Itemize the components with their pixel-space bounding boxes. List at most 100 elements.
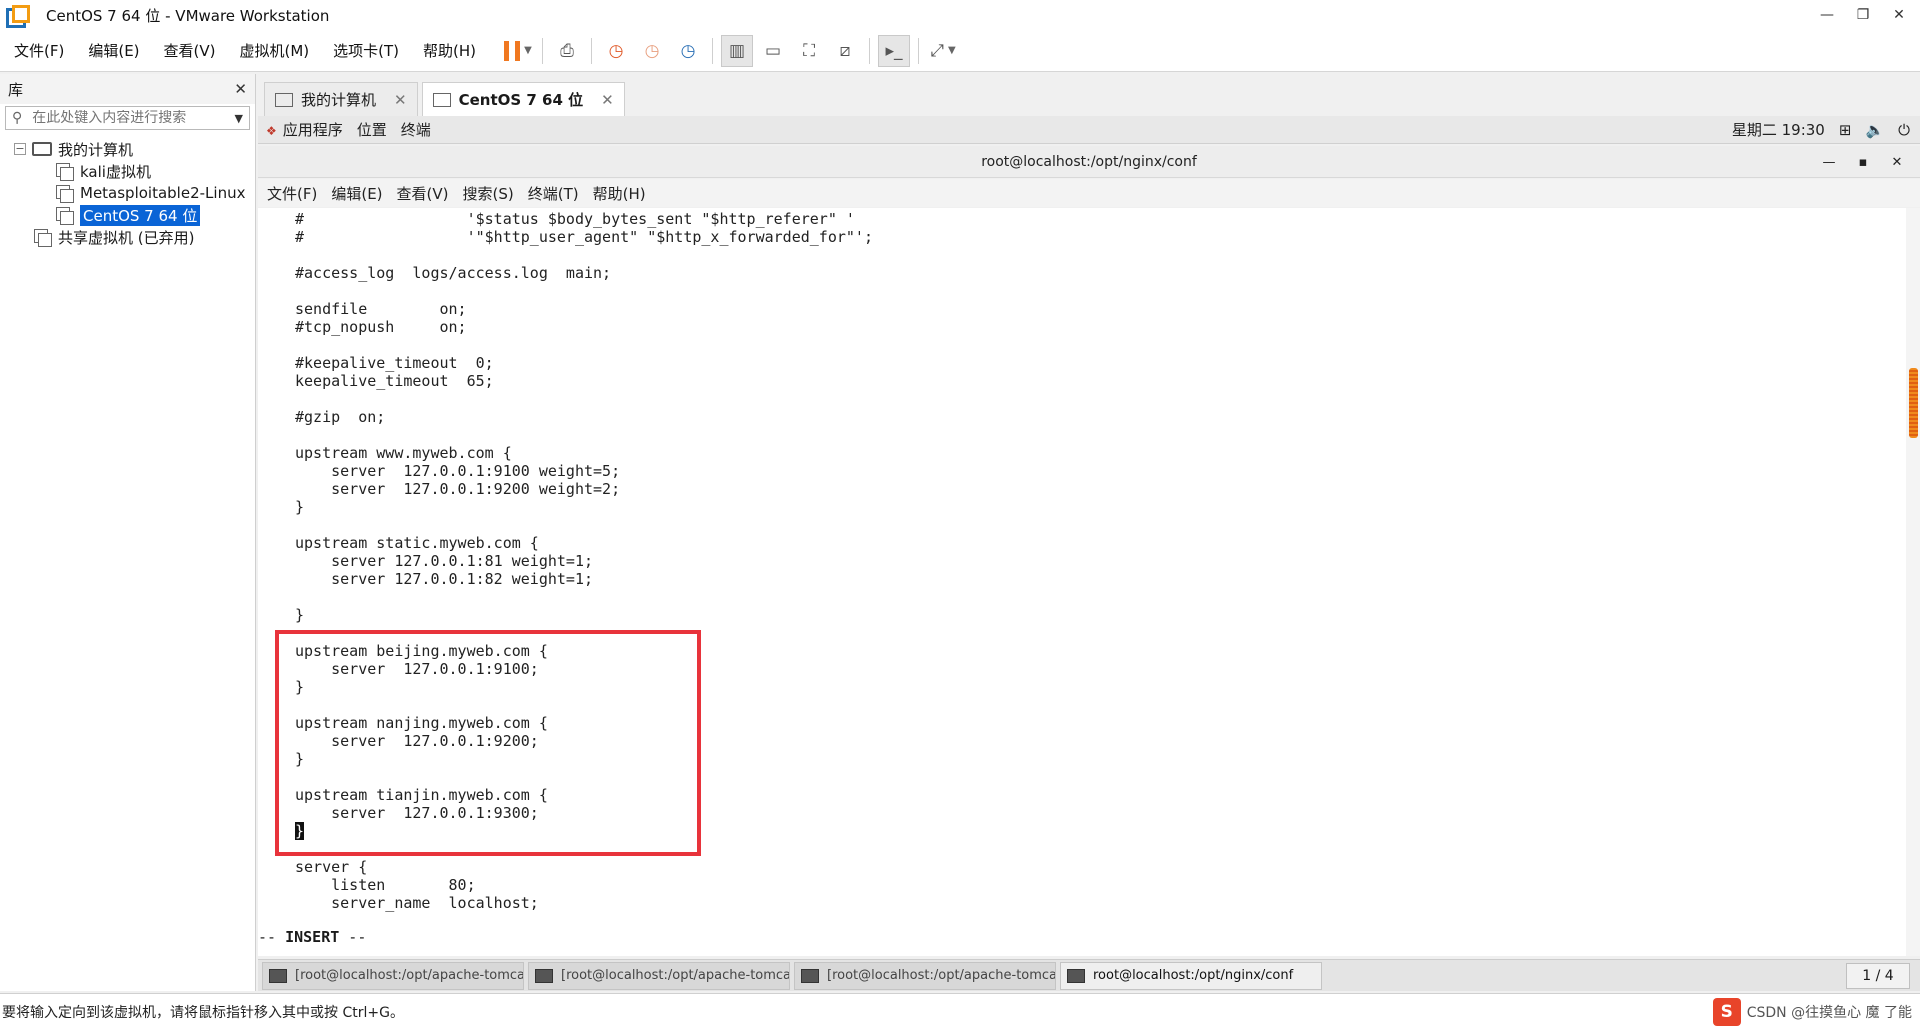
code-line: server 127.0.0.1:9100 weight=5;: [295, 462, 621, 480]
terminal-window-controls: — ▪ ✕: [1812, 146, 1914, 178]
red-annotation-box: [275, 630, 701, 856]
library-title: 库: [8, 80, 24, 99]
close-tab-icon[interactable]: ✕: [601, 91, 614, 109]
terminal-maximize-button[interactable]: ▪: [1846, 155, 1880, 170]
places-menu[interactable]: 位置: [357, 119, 387, 140]
gnome-foot-icon: ❖: [266, 124, 277, 138]
tab-centos[interactable]: CentOS 7 64 位 ✕: [421, 82, 625, 116]
network-icon[interactable]: ⊞: [1839, 121, 1852, 139]
code-line: # '"$http_user_agent" "$http_x_forwarded…: [295, 228, 873, 246]
terminal-menu-help[interactable]: 帮助(H): [593, 183, 646, 204]
taskbar-item[interactable]: [root@localhost:/opt/apache-tomca…: [528, 961, 790, 990]
toolbar: ▼ ⎙ ◷ ◷ ◷ ▥ ▭ ⛶ ⧄ ▸_ ⤢ ▼: [500, 30, 961, 72]
snapshot-button[interactable]: ◷: [600, 35, 632, 67]
stretch-button[interactable]: ⤢ ▼: [927, 35, 959, 67]
library-tree: − 我的计算机 kali虚拟机 Metasploitable2-Linux Ce…: [0, 138, 255, 248]
terminal-menu-file[interactable]: 文件(F): [267, 183, 317, 204]
tree-item-centos[interactable]: CentOS 7 64 位: [0, 204, 255, 226]
code-line: #access_log logs/access.log main;: [295, 264, 612, 282]
revert-snapshot-button[interactable]: ◷: [636, 35, 668, 67]
terminal-titlebar: root@localhost:/opt/nginx/conf — ▪ ✕: [258, 146, 1920, 178]
close-tab-icon[interactable]: ✕: [394, 91, 407, 109]
terminal-scrollbar[interactable]: [1906, 208, 1920, 956]
shared-vm-icon: [34, 229, 52, 247]
console-view-button[interactable]: ▸_: [878, 34, 911, 67]
close-library-icon[interactable]: ✕: [234, 80, 247, 98]
status-message: 要将输入定向到该虚拟机，请将鼠标指针移入其中或按 Ctrl+G。: [2, 1004, 404, 1021]
library-search[interactable]: ⚲ ▼: [5, 106, 250, 130]
restore-button[interactable]: ❐: [1848, 0, 1878, 30]
tree-item-kali[interactable]: kali虚拟机: [0, 160, 255, 182]
fullscreen-button[interactable]: ⛶: [793, 35, 825, 67]
vm-icon: [56, 185, 74, 203]
collapse-icon[interactable]: −: [14, 143, 26, 155]
chevron-down-icon[interactable]: ▼: [235, 112, 243, 125]
terminal-title: root@localhost:/opt/nginx/conf: [981, 153, 1197, 170]
computer-icon: [275, 92, 293, 107]
snapshot-manager-button[interactable]: ◷: [672, 35, 704, 67]
csdn-logo-icon: S: [1712, 997, 1741, 1026]
terminal-menu-search[interactable]: 搜索(S): [463, 183, 514, 204]
code-line: # '$status $body_bytes_sent "$http_refer…: [295, 210, 855, 228]
unity-button[interactable]: ⧄: [829, 35, 861, 67]
status-bar: 要将输入定向到该虚拟机，请将鼠标指针移入其中或按 Ctrl+G。 S CSDN …: [0, 993, 1920, 1029]
terminal-minimize-button[interactable]: —: [1812, 155, 1846, 170]
power-icon[interactable]: ⏻: [1898, 121, 1910, 139]
terminal-menu[interactable]: 终端: [401, 119, 431, 140]
clock[interactable]: 星期二 19:30: [1732, 119, 1825, 140]
send-ctrl-alt-del-button[interactable]: ⎙: [551, 35, 583, 67]
vm-running-icon: [56, 207, 74, 225]
terminal-menu-terminal[interactable]: 终端(T): [528, 183, 579, 204]
window-title: CentOS 7 64 位 - VMware Workstation: [46, 6, 330, 25]
taskbar-item[interactable]: [root@localhost:/opt/apache-tomca…: [794, 961, 1056, 990]
menu-help[interactable]: 帮助(H): [409, 40, 486, 61]
code-line: }: [295, 498, 305, 516]
menu-vm[interactable]: 虚拟机(M): [226, 40, 320, 61]
thumbnail-icon: ▭: [764, 40, 782, 61]
taskbar-item[interactable]: [root@localhost:/opt/apache-tomca…: [262, 961, 524, 990]
code-line: server {: [295, 858, 368, 876]
terminal-close-button[interactable]: ✕: [1880, 155, 1914, 170]
taskbar-item-active[interactable]: root@localhost:/opt/nginx/conf: [1060, 961, 1322, 990]
terminal-icon: [801, 968, 819, 983]
scrollbar-thumb[interactable]: [1909, 368, 1918, 438]
code-line: server_name localhost;: [295, 894, 539, 912]
thumbnail-bar-button[interactable]: ▭: [757, 35, 789, 67]
menu-tabs[interactable]: 选项卡(T): [319, 40, 409, 61]
code-line: server 127.0.0.1:82 weight=1;: [295, 570, 594, 588]
terminal-icon: [269, 968, 287, 983]
menu-file[interactable]: 文件(F): [0, 40, 74, 61]
snapshot-icon: ◷: [608, 40, 624, 61]
library-icon: ▥: [728, 40, 746, 61]
pause-icon: [504, 40, 521, 61]
close-button[interactable]: ✕: [1884, 0, 1914, 30]
vmware-logo-icon: [6, 5, 30, 28]
terminal-menu-edit[interactable]: 编辑(E): [331, 183, 382, 204]
terminal-icon: [535, 968, 553, 983]
menu-edit[interactable]: 编辑(E): [74, 40, 149, 61]
title-bar: CentOS 7 64 位 - VMware Workstation — ❐ ✕: [0, 0, 1920, 30]
pause-button[interactable]: ▼: [502, 35, 534, 67]
tree-my-computer[interactable]: − 我的计算机: [0, 138, 255, 160]
applications-menu[interactable]: ❖ 应用程序: [266, 119, 343, 140]
code-line: upstream static.myweb.com {: [295, 534, 539, 552]
guest-taskbar: [root@localhost:/opt/apache-tomca… [root…: [258, 959, 1920, 991]
code-line: server 127.0.0.1:81 weight=1;: [295, 552, 594, 570]
vm-tabs: 我的计算机 ✕ CentOS 7 64 位 ✕: [264, 82, 629, 116]
show-library-button[interactable]: ▥: [721, 34, 754, 67]
tree-item-metasploitable[interactable]: Metasploitable2-Linux: [0, 182, 255, 204]
search-input[interactable]: [32, 110, 235, 126]
tab-my-computer[interactable]: 我的计算机 ✕: [264, 82, 418, 116]
menu-view[interactable]: 查看(V): [150, 40, 226, 61]
workspace-indicator[interactable]: 1 / 4: [1846, 962, 1910, 989]
volume-icon[interactable]: 🔈: [1865, 121, 1884, 139]
terminal-menu-bar: 文件(F) 编辑(E) 查看(V) 搜索(S) 终端(T) 帮助(H): [258, 179, 1920, 207]
minimize-button[interactable]: —: [1812, 0, 1842, 30]
console-icon: ▸_: [885, 40, 903, 61]
keyboard-icon: ⎙: [560, 40, 574, 61]
terminal-menu-view[interactable]: 查看(V): [397, 183, 449, 204]
tree-shared-vms[interactable]: 共享虚拟机 (已弃用): [0, 226, 255, 248]
